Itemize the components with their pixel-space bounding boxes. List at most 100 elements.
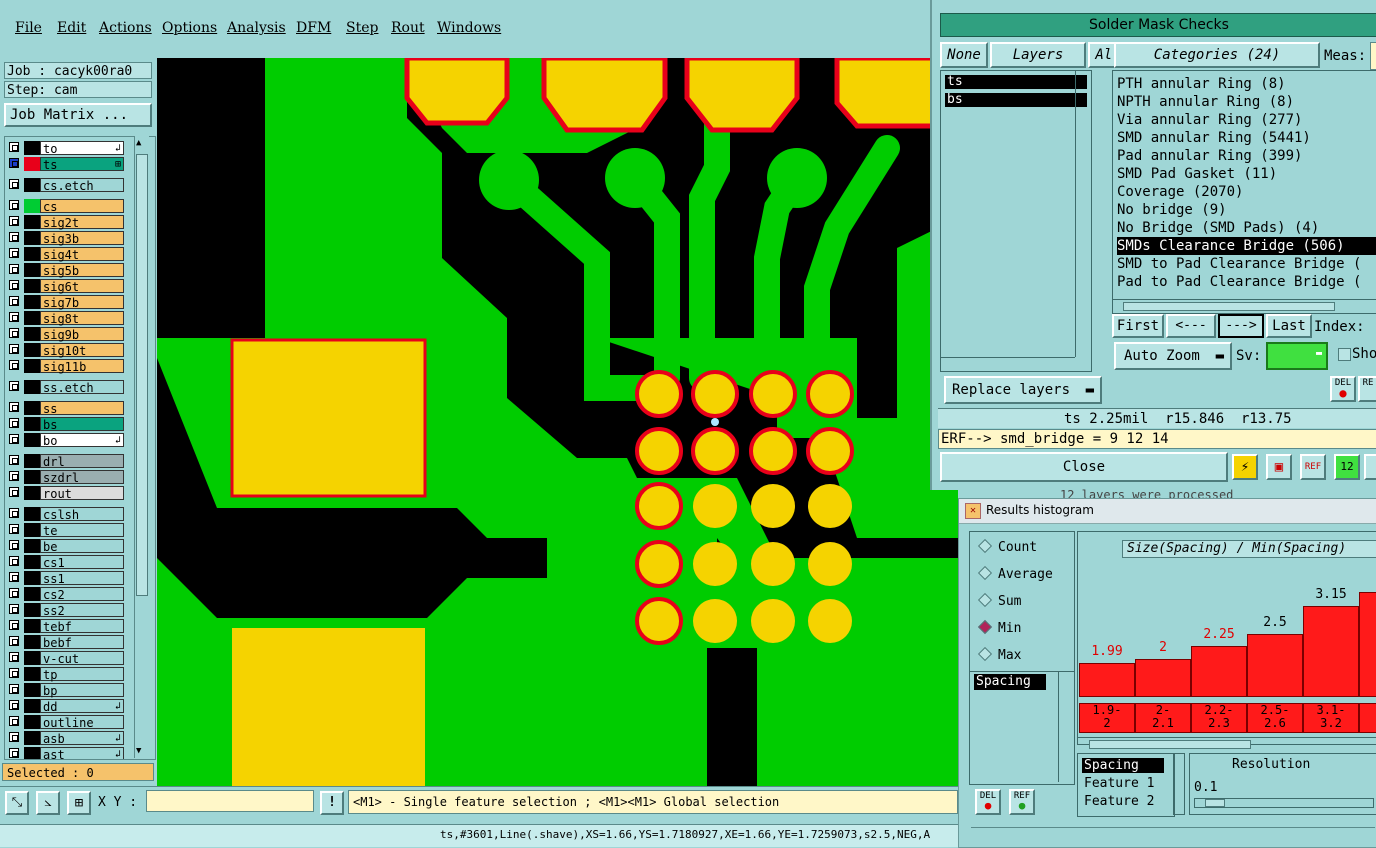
layer-checkbox[interactable] — [9, 200, 19, 210]
layers-button[interactable]: Layers — [990, 42, 1086, 68]
layer-color-swatch[interactable] — [24, 715, 40, 729]
menu-step[interactable]: Step — [346, 20, 378, 36]
layer-name[interactable]: asb ↲ — [40, 731, 124, 746]
scroll-up-icon[interactable]: ▲ — [136, 138, 141, 148]
category-item[interactable]: Coverage (2070) — [1117, 183, 1243, 201]
layer-color-swatch[interactable] — [24, 470, 40, 484]
close-button[interactable]: Close — [940, 452, 1228, 482]
layer-list-scrollbar[interactable]: ▲ ▼ — [134, 136, 149, 758]
more-icon[interactable] — [1364, 454, 1376, 480]
layer-color-swatch[interactable] — [24, 343, 40, 357]
layer-row-be[interactable]: be — [5, 539, 131, 554]
resolution-slider-thumb[interactable] — [1205, 799, 1225, 807]
layer-row-outline[interactable]: outline — [5, 715, 131, 730]
first-button[interactable]: First — [1112, 314, 1164, 338]
layer-color-swatch[interactable] — [24, 587, 40, 601]
layer-name[interactable]: cs.etch — [40, 178, 124, 193]
layer-checkbox[interactable] — [9, 434, 19, 444]
layer-name[interactable]: sig10t — [40, 343, 124, 358]
mode-sum[interactable]: Sum — [977, 592, 1021, 609]
job-matrix-button[interactable]: Job Matrix ... — [4, 103, 152, 127]
layer-checkbox[interactable] — [9, 524, 19, 534]
layer-name[interactable]: te — [40, 523, 124, 538]
layer-name[interactable]: sig7b — [40, 295, 124, 310]
layer-name[interactable]: ss2 — [40, 603, 124, 618]
layer-name[interactable]: sig4t — [40, 247, 124, 262]
layer-checkbox[interactable] — [9, 604, 19, 614]
layer-checkbox[interactable] — [9, 381, 19, 391]
flash-icon[interactable]: ⚡ — [1232, 454, 1258, 480]
layer-color-swatch[interactable] — [24, 157, 40, 171]
layer-checkbox[interactable] — [9, 280, 19, 290]
ref-cancel-icon[interactable]: REF — [1300, 454, 1326, 480]
layer-name[interactable]: ss.etch — [40, 380, 124, 395]
layer-color-swatch[interactable] — [24, 141, 40, 155]
layer-color-swatch[interactable] — [24, 178, 40, 192]
histogram-bar[interactable] — [1135, 659, 1191, 697]
del-icon[interactable]: DEL ● — [1330, 376, 1356, 402]
layer-color-swatch[interactable] — [24, 747, 40, 759]
layer-name[interactable]: bo ↲ — [40, 433, 124, 448]
layer-row-sig2t[interactable]: sig2t — [5, 215, 131, 230]
layer-row-tp[interactable]: tp — [5, 667, 131, 682]
layer-name[interactable]: bs — [40, 417, 124, 432]
layer-name[interactable]: sig5b — [40, 263, 124, 278]
histogram-bar[interactable] — [1303, 606, 1359, 697]
scroll-down-icon[interactable]: ▼ — [136, 746, 141, 756]
layer-name[interactable]: cs — [40, 199, 124, 214]
layer-checkbox[interactable] — [9, 716, 19, 726]
category-item[interactable]: Pad annular Ring (399) — [1117, 147, 1302, 165]
layer-name[interactable]: ast ↲ — [40, 747, 124, 759]
layer-color-swatch[interactable] — [24, 380, 40, 394]
layer-row-ts[interactable]: ts ⊞ — [5, 157, 131, 172]
layer-row-sig10t[interactable]: sig10t — [5, 343, 131, 358]
meas-field[interactable] — [1370, 42, 1376, 70]
layer-checkbox[interactable] — [9, 732, 19, 742]
category-item[interactable]: Via annular Ring (277) — [1117, 111, 1302, 129]
feature-item-spacing[interactable]: Spacing — [1082, 758, 1164, 773]
layer-color-swatch[interactable] — [24, 603, 40, 617]
layer-color-swatch[interactable] — [24, 327, 40, 341]
layer-name[interactable]: sig2t — [40, 215, 124, 230]
layer-checkbox[interactable] — [9, 344, 19, 354]
layer-color-swatch[interactable] — [24, 199, 40, 213]
menu-windows[interactable]: Windows — [437, 20, 501, 36]
layer-checkbox[interactable] — [9, 264, 19, 274]
category-item[interactable]: SMD Pad Gasket (11) — [1117, 165, 1277, 183]
layer-row-cs2[interactable]: cs2 — [5, 587, 131, 602]
layer-checkbox[interactable] — [9, 620, 19, 630]
layer-name[interactable]: drl — [40, 454, 124, 469]
layer-color-swatch[interactable] — [24, 454, 40, 468]
feature-item-1[interactable]: Feature 1 — [1084, 776, 1154, 791]
layer-row-sig4t[interactable]: sig4t — [5, 247, 131, 262]
show-checkbox[interactable] — [1338, 348, 1351, 361]
menu-dfm[interactable]: DFM — [296, 20, 331, 36]
layer-item-bs[interactable]: bs — [945, 93, 1087, 107]
layer-row-bs[interactable]: bs — [5, 417, 131, 432]
layer-checkbox[interactable] — [9, 588, 19, 598]
layer-row-ss2[interactable]: ss2 — [5, 603, 131, 618]
layer-row-szdrl[interactable]: szdrl — [5, 470, 131, 485]
menu-actions[interactable]: Actions — [99, 20, 152, 36]
layer-name[interactable]: bebf — [40, 635, 124, 650]
category-item[interactable]: NPTH annular Ring (8) — [1117, 93, 1294, 111]
layer-row-drl[interactable]: drl — [5, 454, 131, 469]
menu-analysis[interactable]: Analysis — [227, 20, 286, 36]
layer-color-swatch[interactable] — [24, 523, 40, 537]
xy-input[interactable] — [146, 790, 314, 812]
layer-name[interactable]: tp — [40, 667, 124, 682]
layer-color-swatch[interactable] — [24, 555, 40, 569]
scroll-thumb[interactable] — [136, 154, 148, 596]
layer-checkbox[interactable] — [9, 179, 19, 189]
layer-color-swatch[interactable] — [24, 507, 40, 521]
re-icon[interactable]: RE — [1358, 376, 1376, 402]
layer-row-rout[interactable]: rout — [5, 486, 131, 501]
category-item[interactable]: PTH annular Ring (8) — [1117, 75, 1286, 93]
layer-checkbox[interactable] — [9, 312, 19, 322]
layer-color-swatch[interactable] — [24, 295, 40, 309]
layer-color-swatch[interactable] — [24, 651, 40, 665]
mode-min[interactable]: Min — [977, 619, 1021, 636]
layer-color-swatch[interactable] — [24, 635, 40, 649]
layer-checkbox[interactable] — [9, 700, 19, 710]
histogram-bar[interactable] — [1247, 634, 1303, 697]
